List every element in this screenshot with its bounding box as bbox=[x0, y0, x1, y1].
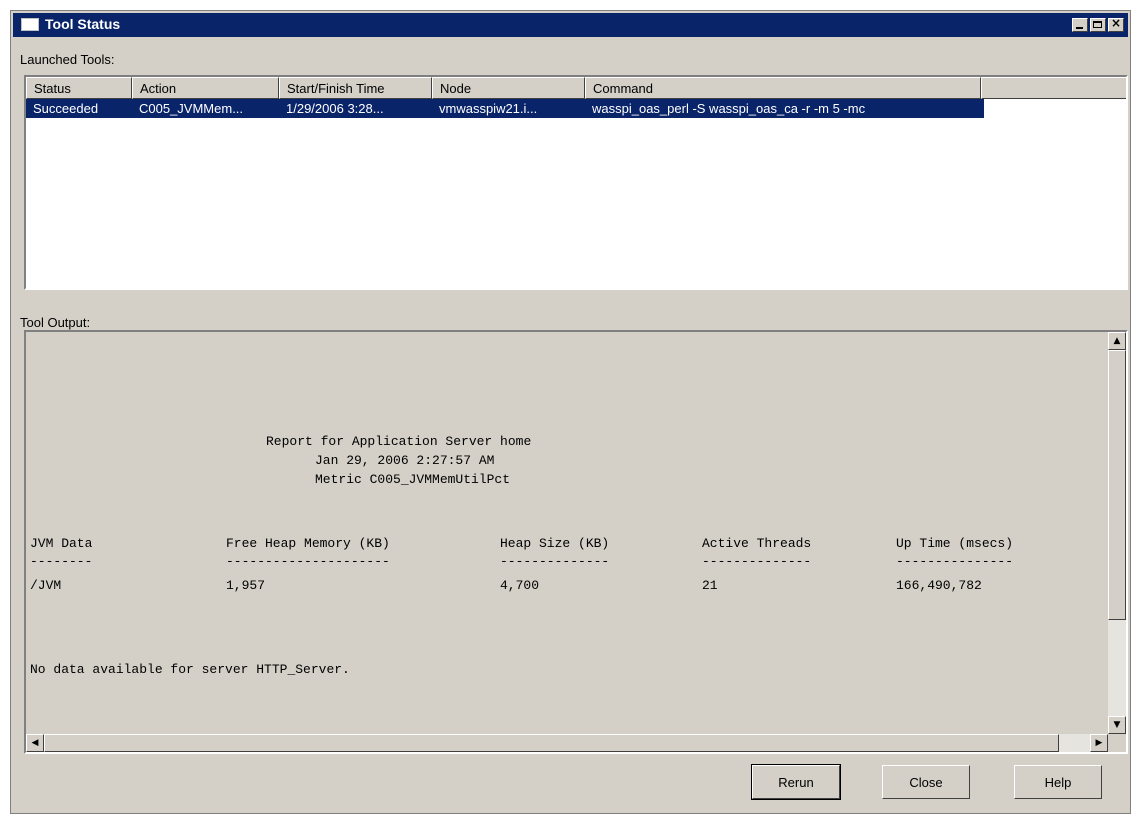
header-free-heap: Free Heap Memory (KB) bbox=[226, 536, 390, 551]
separator-jvm-data: -------- bbox=[30, 554, 93, 569]
rerun-button[interactable]: Rerun bbox=[751, 764, 841, 800]
scroll-down-icon[interactable]: ▼ bbox=[1108, 716, 1126, 734]
tool-output-label: Tool Output: bbox=[20, 315, 91, 330]
separator-free-heap: --------------------- bbox=[226, 554, 390, 569]
window-title: Tool Status bbox=[45, 16, 121, 32]
cell-action: C005_JVMMem... bbox=[139, 101, 244, 116]
help-button[interactable]: Help bbox=[1014, 765, 1102, 799]
separator-up-time: --------------- bbox=[896, 554, 1014, 569]
report-title: Report for Application Server home bbox=[266, 434, 532, 449]
scroll-up-icon[interactable]: ▲ bbox=[1108, 332, 1126, 350]
maximize-icon bbox=[1093, 21, 1102, 28]
vertical-scrollbar[interactable]: ▲ ▼ bbox=[1108, 332, 1126, 734]
cell-time: 1/29/2006 3:28... bbox=[286, 101, 384, 116]
window-icon bbox=[21, 18, 39, 31]
list-item[interactable]: Succeeded C005_JVMMem... 1/29/2006 3:28.… bbox=[26, 99, 984, 118]
column-header-status[interactable]: Status bbox=[26, 77, 132, 99]
value-active-threads: 21 bbox=[702, 578, 718, 593]
separator-active-threads: -------------- bbox=[702, 554, 812, 569]
tool-output-pane[interactable]: Report for Application Server home Jan 2… bbox=[24, 330, 1128, 754]
value-heap-size: 4,700 bbox=[500, 578, 540, 593]
minimize-icon bbox=[1076, 27, 1083, 29]
scrollbar-corner bbox=[1108, 734, 1126, 752]
vertical-scroll-thumb[interactable] bbox=[1108, 350, 1126, 620]
column-header-node[interactable]: Node bbox=[432, 77, 585, 99]
header-up-time: Up Time (msecs) bbox=[896, 536, 1014, 551]
launched-tools-label: Launched Tools: bbox=[20, 52, 115, 67]
cell-status: Succeeded bbox=[33, 101, 99, 116]
cell-command: wasspi_oas_perl -S wasspi_oas_ca -r -m 5… bbox=[592, 101, 866, 116]
close-button[interactable]: Close bbox=[882, 765, 970, 799]
value-jvm-data: /JVM bbox=[30, 578, 62, 593]
minimize-button[interactable] bbox=[1072, 18, 1088, 32]
maximize-button[interactable] bbox=[1090, 18, 1106, 32]
column-header-action[interactable]: Action bbox=[132, 77, 279, 99]
launched-tools-list[interactable]: Status Action Start/Finish Time Node Com… bbox=[24, 75, 1128, 290]
value-up-time: 166,490,782 bbox=[896, 578, 982, 593]
column-header-empty[interactable] bbox=[981, 77, 1126, 99]
close-icon: × bbox=[1110, 16, 1122, 30]
report-metric: Metric C005_JVMMemUtilPct bbox=[315, 472, 511, 487]
column-header-command[interactable]: Command bbox=[585, 77, 981, 99]
close-window-button[interactable]: × bbox=[1108, 16, 1124, 32]
cell-node: vmwasspiw21.i... bbox=[439, 101, 538, 116]
horizontal-scroll-thumb[interactable] bbox=[44, 734, 1059, 752]
scroll-left-icon[interactable]: ◀ bbox=[26, 734, 44, 752]
column-header-time[interactable]: Start/Finish Time bbox=[279, 77, 432, 99]
value-free-heap: 1,957 bbox=[226, 578, 266, 593]
report-date: Jan 29, 2006 2:27:57 AM bbox=[315, 453, 495, 468]
header-active-threads: Active Threads bbox=[702, 536, 812, 551]
scroll-right-icon[interactable]: ▶ bbox=[1090, 734, 1108, 752]
title-bar[interactable]: Tool Status × bbox=[13, 13, 1128, 37]
header-heap-size: Heap Size (KB) bbox=[500, 536, 610, 551]
separator-heap-size: -------------- bbox=[500, 554, 610, 569]
no-data-message: No data available for server HTTP_Server… bbox=[30, 662, 350, 677]
header-jvm-data: JVM Data bbox=[30, 536, 93, 551]
list-header: Status Action Start/Finish Time Node Com… bbox=[26, 77, 1126, 99]
horizontal-scrollbar[interactable]: ◀ ▶ bbox=[26, 734, 1108, 752]
